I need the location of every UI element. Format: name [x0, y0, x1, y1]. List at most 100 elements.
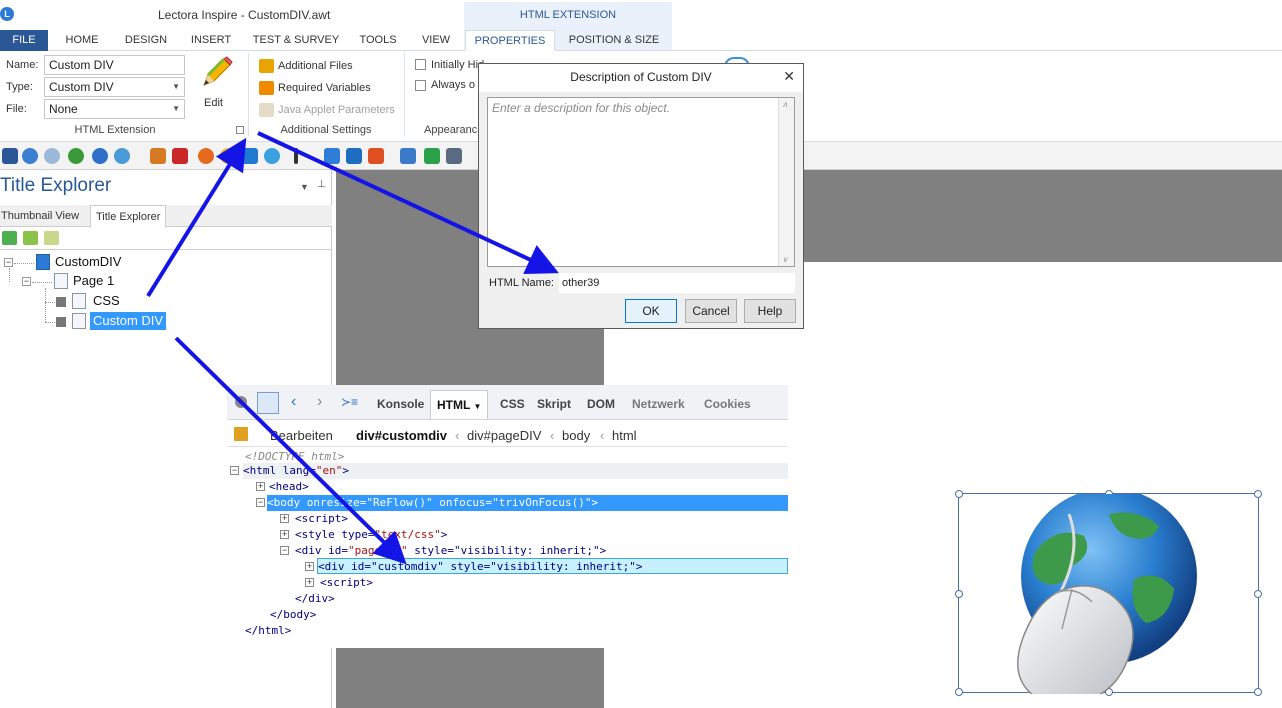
back-icon[interactable]: ‹ [291, 393, 296, 411]
pin-icon[interactable]: ⊥ [317, 179, 326, 190]
tab-cookies[interactable]: Cookies [704, 397, 751, 411]
tree-item-page-1[interactable]: Page 1 [73, 272, 114, 290]
monitor-icon[interactable] [446, 148, 462, 164]
tab-css[interactable]: CSS [500, 397, 525, 411]
html-name-field[interactable]: other39 [559, 273, 795, 293]
tab-file[interactable]: FILE [0, 30, 48, 51]
file-select[interactable]: None ▼ [44, 99, 185, 119]
code-line-html[interactable]: <html lang="en"> [243, 463, 788, 479]
publish-icon[interactable] [68, 148, 84, 164]
type-select[interactable]: Custom DIV ▼ [44, 77, 185, 97]
crumb-body[interactable]: body [562, 428, 590, 443]
edit-button[interactable]: Edit [194, 55, 236, 111]
command-line-icon[interactable]: ≻≡ [341, 395, 358, 409]
required-variables-button[interactable]: Required Variables [278, 82, 371, 94]
tab-view[interactable]: VIEW [414, 30, 458, 51]
tree-item-customdiv[interactable]: CustomDIV [55, 253, 121, 271]
chevron-up-icon[interactable]: ∧ [782, 100, 788, 109]
collapse-icon[interactable]: − [256, 498, 265, 507]
select-icon[interactable] [400, 148, 416, 164]
crumb-customdiv[interactable]: div#customdiv [356, 428, 447, 443]
tree-item-custom-div[interactable]: Custom DIV [90, 312, 167, 330]
crumb-pagediv[interactable]: div#pageDIV [467, 428, 541, 443]
code-line-pagediv[interactable]: <div id="pageDIV" style="visibility: inh… [295, 543, 606, 559]
custom-div-object[interactable] [955, 490, 1262, 696]
add-page-icon[interactable] [44, 231, 59, 245]
tree-line [45, 302, 55, 303]
chrome-icon[interactable] [220, 148, 236, 164]
preview-icon[interactable] [114, 148, 130, 164]
layer-icon[interactable] [324, 148, 340, 164]
tab-position-size[interactable]: POSITION & SIZE [566, 30, 662, 51]
collapse-icon[interactable]: − [230, 466, 239, 475]
tab-html-label: HTML [437, 398, 471, 412]
cancel-button[interactable]: Cancel [685, 299, 737, 323]
tab-netzwerk[interactable]: Netzwerk [632, 397, 685, 411]
expand-icon[interactable]: + [280, 514, 289, 523]
variable-manager-icon[interactable] [150, 148, 166, 164]
collapse-icon[interactable]: − [280, 546, 289, 555]
globe-mouse-icon [1017, 494, 1197, 694]
ok-button[interactable]: OK [625, 299, 677, 323]
forward-icon[interactable]: › [317, 393, 322, 411]
always-on-top-checkbox[interactable] [415, 80, 426, 91]
tree-line [45, 288, 46, 322]
crumb-separator: ‹ [600, 428, 605, 443]
code-line-html-close: </html> [245, 624, 292, 637]
edit-crumb[interactable]: Bearbeiten [270, 428, 333, 443]
dialog-launcher-icon[interactable] [236, 126, 244, 134]
group-icon[interactable] [424, 148, 440, 164]
code-line-script[interactable]: <script> [295, 511, 348, 527]
tab-test-survey[interactable]: TEST & SURVEY [250, 30, 342, 51]
expand-icon[interactable]: + [305, 562, 314, 571]
code-line-head[interactable]: <head> [269, 479, 309, 495]
code-line-body[interactable]: <body onresize="ReFlow()" onfocus="trivO… [267, 495, 788, 511]
edge-icon[interactable] [242, 148, 258, 164]
tab-konsole[interactable]: Konsole [377, 397, 424, 411]
chevron-down-icon[interactable]: ∨ [782, 255, 788, 264]
inspect-icon[interactable] [257, 392, 279, 414]
tab-title-explorer[interactable]: Title Explorer [90, 205, 167, 227]
tab-home[interactable]: HOME [58, 30, 106, 51]
chevron-down-icon[interactable]: ▼ [300, 182, 309, 192]
tab-design[interactable]: DESIGN [120, 30, 172, 51]
color-icon[interactable] [368, 148, 384, 164]
expand-icon[interactable]: + [256, 482, 265, 491]
description-textarea[interactable]: Enter a description for this object. ∧ ∨ [487, 97, 795, 267]
scrollbar[interactable]: ∧ ∨ [778, 98, 794, 266]
collapse-icon[interactable]: − [22, 277, 31, 286]
add-section-icon[interactable] [23, 231, 38, 245]
align-icon[interactable] [294, 148, 298, 164]
firefox-icon[interactable] [198, 148, 214, 164]
tab-skript[interactable]: Skript [537, 397, 571, 411]
internet-explorer-icon[interactable] [264, 148, 280, 164]
settings-icon[interactable] [92, 148, 108, 164]
additional-files-button[interactable]: Additional Files [278, 60, 353, 72]
tab-insert[interactable]: INSERT [186, 30, 236, 51]
text-icon[interactable] [346, 148, 362, 164]
resource-icon[interactable] [172, 148, 188, 164]
tab-thumbnail-view[interactable]: Thumbnail View [1, 205, 79, 227]
redo-icon[interactable] [44, 148, 60, 164]
initially-hidden-checkbox[interactable] [415, 59, 426, 70]
tab-html[interactable]: HTML ▼ [430, 390, 489, 419]
firebug-icon[interactable] [235, 396, 247, 408]
tree-item-css[interactable]: CSS [93, 292, 120, 310]
add-chapter-icon[interactable] [2, 231, 17, 245]
java-applet-parameters-button[interactable]: Java Applet Parameters [278, 104, 395, 116]
expand-icon[interactable]: + [280, 530, 289, 539]
tab-properties[interactable]: PROPERTIES [465, 30, 555, 51]
code-line-script-2[interactable]: <script> [320, 575, 373, 591]
collapse-icon[interactable]: − [4, 258, 13, 267]
crumb-html[interactable]: html [612, 428, 637, 443]
save-icon[interactable] [2, 148, 18, 164]
tab-tools[interactable]: TOOLS [354, 30, 402, 51]
expand-icon[interactable]: + [305, 578, 314, 587]
code-line-customdiv[interactable]: <div id="customdiv" style="visibility: i… [317, 558, 788, 574]
tab-dom[interactable]: DOM [587, 397, 615, 411]
close-icon[interactable]: ✕ [783, 68, 795, 85]
help-button[interactable]: Help [744, 299, 796, 323]
name-field[interactable]: Custom DIV [44, 55, 185, 75]
code-line-style[interactable]: <style type="text/css"> [295, 527, 447, 543]
undo-icon[interactable] [22, 148, 38, 164]
